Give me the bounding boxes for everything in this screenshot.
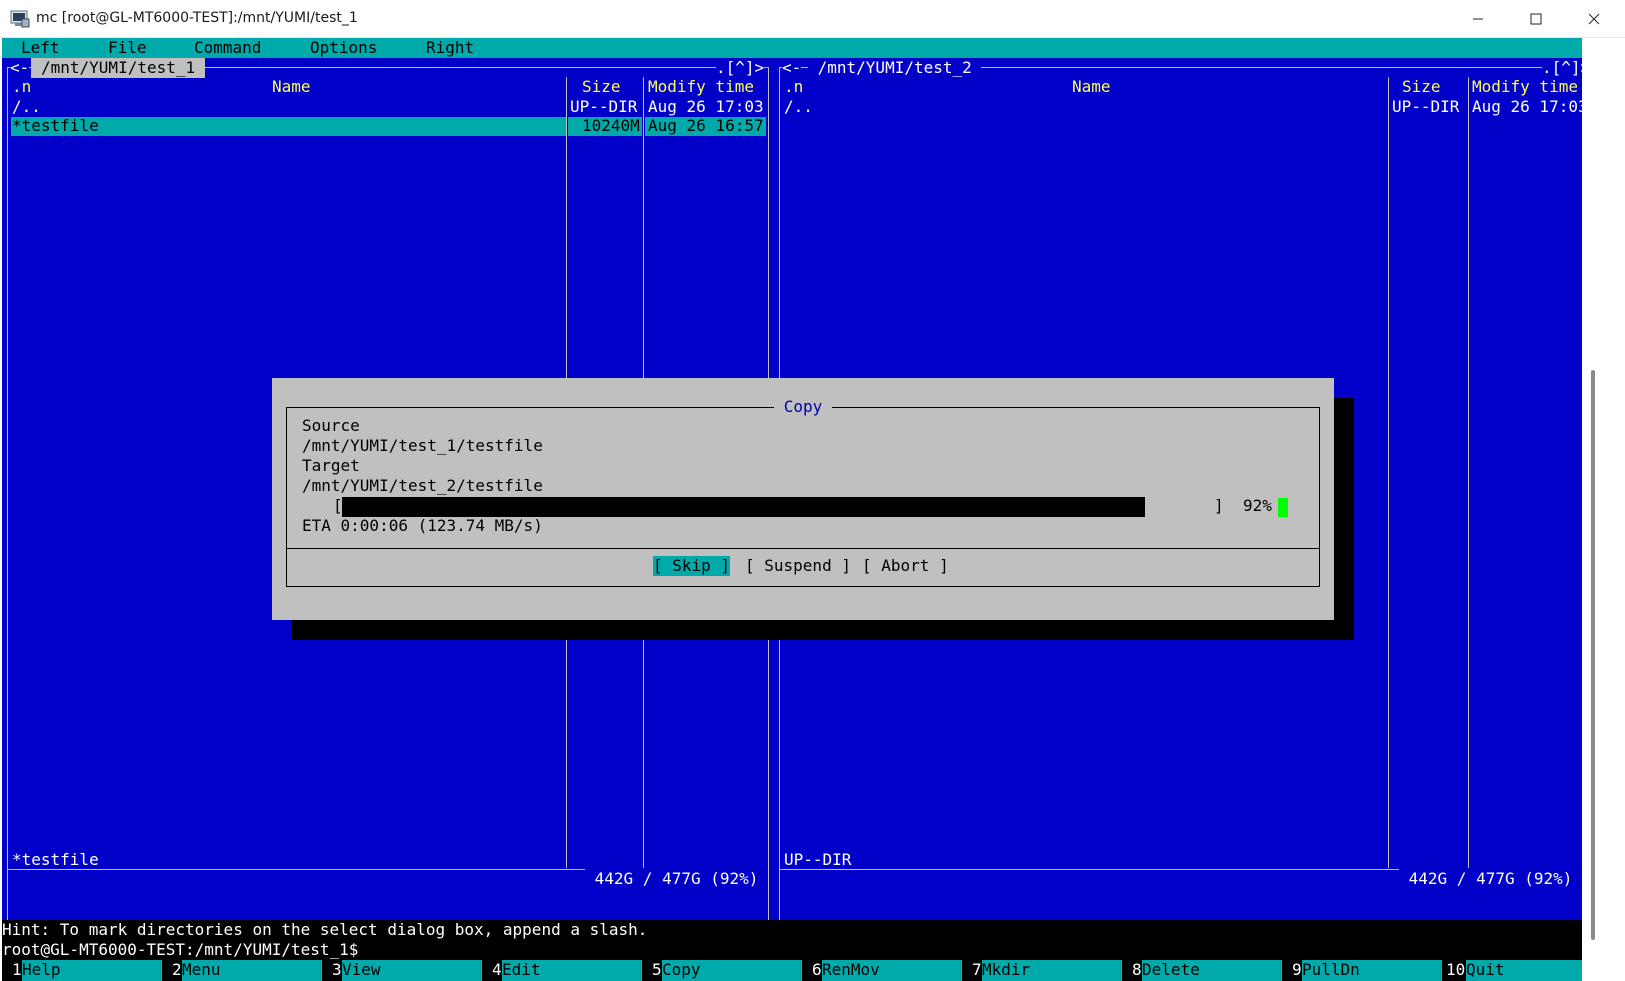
fkey-label: PullDn xyxy=(1302,960,1442,981)
window-title: mc [root@GL-MT6000-TEST]:/mnt/YUMI/test_… xyxy=(36,10,358,26)
abort-button[interactable]: [ Abort ] xyxy=(862,556,949,576)
source-path: /mnt/YUMI/test_1/testfile xyxy=(302,436,543,455)
fkey-label: Mkdir xyxy=(982,960,1122,981)
fkey-label: View xyxy=(342,960,482,981)
menu-options[interactable]: Options xyxy=(310,38,377,58)
left-panel-corner-left[interactable]: <- xyxy=(10,58,30,78)
right-col-divider-mtime xyxy=(1468,77,1469,868)
skip-button[interactable]: [ Skip ] xyxy=(653,556,731,576)
left-panel-path[interactable]: /mnt/YUMI/test_1 xyxy=(31,58,206,78)
terminal-app-icon xyxy=(10,10,30,28)
right-disk-usage: 442G / 477G (92%) xyxy=(1399,869,1583,889)
left-row-name: *testfile xyxy=(12,116,99,135)
fkey-number: 5 xyxy=(652,960,662,979)
left-row-size: UP--DIR xyxy=(570,97,638,116)
right-header-mtime[interactable]: Modify time xyxy=(1472,77,1578,97)
progress-bar xyxy=(342,497,1145,517)
menu-right[interactable]: Right xyxy=(426,38,474,58)
fkey-number: 1 xyxy=(12,960,22,979)
progress-bracket-close: ] xyxy=(1214,496,1224,515)
right-panel-corner-left[interactable]: <- xyxy=(782,58,802,78)
menu-command[interactable]: Command xyxy=(194,38,261,58)
progress-fill xyxy=(342,497,1081,517)
minimize-icon xyxy=(1473,18,1483,20)
right-row-mtime: Aug 26 17:03 xyxy=(1472,97,1588,116)
fkey-label: Edit xyxy=(502,960,642,981)
left-panel-corner-right[interactable]: .[^]> xyxy=(716,58,765,78)
left-row-size: 10240M xyxy=(582,116,640,135)
right-row-size: UP--DIR xyxy=(1392,97,1460,116)
left-header-mtime[interactable]: Modify time xyxy=(648,77,754,97)
hint-line: Hint: To mark directories on the select … xyxy=(2,920,1604,940)
terminal-area[interactable]: Left File Command Options Right <- /mnt/… xyxy=(2,38,1604,981)
menu-file[interactable]: File xyxy=(108,38,147,58)
right-header-name[interactable]: Name xyxy=(1072,77,1111,97)
fkey-number: 3 xyxy=(332,960,342,979)
right-header-size[interactable]: Size xyxy=(1402,77,1441,97)
fkey-label: RenMov xyxy=(822,960,962,981)
target-label: Target xyxy=(302,456,360,475)
left-header-size[interactable]: Size xyxy=(582,77,621,97)
terminal-cursor xyxy=(1278,498,1288,517)
dialog-title: Copy xyxy=(773,397,833,416)
fkey-label: Help xyxy=(22,960,162,981)
function-key-bar: 1 Help 2 Menu 3 View 4 Edit 5 Copy 6 Ren… xyxy=(2,960,1604,981)
fkey-label: Copy xyxy=(662,960,802,981)
right-header-sort[interactable]: .n xyxy=(784,77,803,97)
left-row-name: /.. xyxy=(12,97,41,116)
eta-text: ETA 0:00:06 (123.74 MB/s) xyxy=(302,516,543,535)
fkey-number: 4 xyxy=(492,960,502,979)
right-col-divider-size xyxy=(1388,77,1389,868)
left-header-name[interactable]: Name xyxy=(272,77,311,97)
left-disk-usage: 442G / 477G (92%) xyxy=(585,869,769,889)
target-path: /mnt/YUMI/test_2/testfile xyxy=(302,476,543,495)
dialog-button-separator xyxy=(286,548,1320,549)
menu-bar: Left File Command Options Right xyxy=(2,38,1604,58)
window-scrollbar[interactable] xyxy=(1582,38,1604,981)
suspend-button[interactable]: [ Suspend ] xyxy=(745,556,851,576)
minimize-button[interactable] xyxy=(1449,0,1507,38)
fkey-number: 2 xyxy=(172,960,182,979)
right-row-name: /.. xyxy=(784,97,813,116)
fkey-number: 8 xyxy=(1132,960,1142,979)
fkey-label: Menu xyxy=(182,960,322,981)
fkey-number: 7 xyxy=(972,960,982,979)
close-button[interactable] xyxy=(1565,0,1623,38)
right-panel-path[interactable]: /mnt/YUMI/test_2 xyxy=(808,58,982,78)
source-label: Source xyxy=(302,416,360,435)
maximize-icon xyxy=(1530,13,1542,25)
fkey-number: 9 xyxy=(1292,960,1302,979)
close-icon xyxy=(1588,13,1600,25)
fkey-number: 10 xyxy=(1446,960,1466,979)
scrollbar-thumb[interactable] xyxy=(1591,370,1595,940)
left-status-text: *testfile xyxy=(12,850,99,869)
left-row-mtime: Aug 26 17:03 xyxy=(648,97,764,116)
window-titlebar: mc [root@GL-MT6000-TEST]:/mnt/YUMI/test_… xyxy=(0,0,1625,38)
menu-left[interactable]: Left xyxy=(21,38,60,58)
shell-prompt[interactable]: root@GL-MT6000-TEST:/mnt/YUMI/test_1$ xyxy=(2,940,1604,960)
fkey-number: 6 xyxy=(812,960,822,979)
left-row-mtime: Aug 26 16:57 xyxy=(648,116,764,135)
right-status-text: UP--DIR xyxy=(784,850,852,869)
maximize-button[interactable] xyxy=(1507,0,1565,38)
progress-percent: 92% xyxy=(1243,496,1272,515)
copy-dialog[interactable]: Copy Source /mnt/YUMI/test_1/testfile Ta… xyxy=(272,378,1334,620)
fkey-label: Delete xyxy=(1142,960,1282,981)
left-header-sort[interactable]: .n xyxy=(12,77,31,97)
